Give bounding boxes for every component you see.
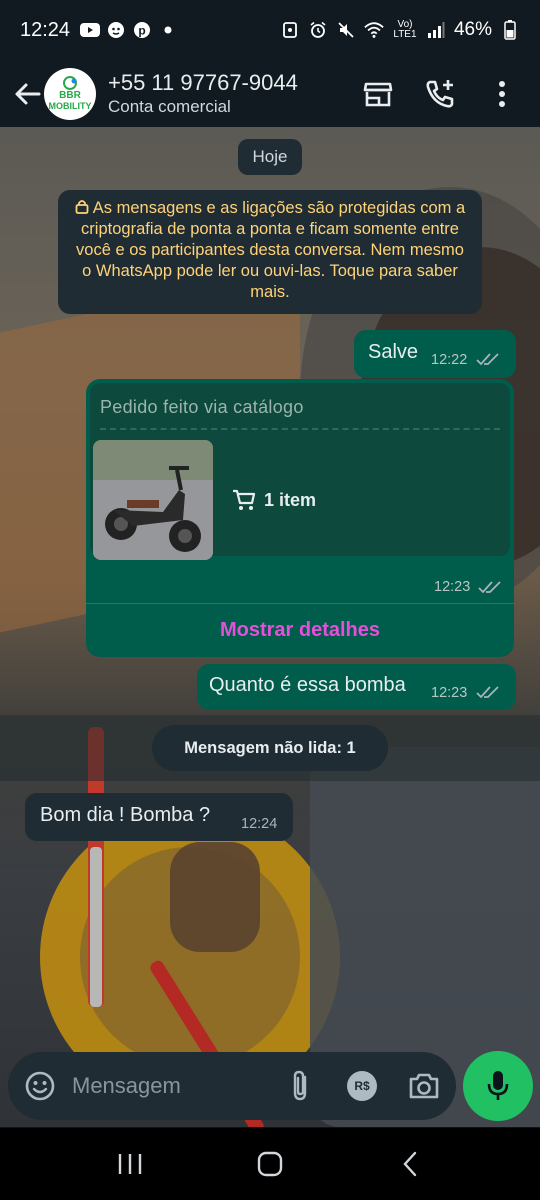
add-call-button[interactable] xyxy=(422,76,458,112)
read-receipt-icon xyxy=(478,581,501,594)
youtube-icon xyxy=(80,21,101,39)
catalog-button[interactable] xyxy=(360,76,396,112)
header-actions xyxy=(360,76,520,112)
status-notification-icons: p xyxy=(80,21,178,39)
attach-icon xyxy=(293,1070,307,1101)
alarm-icon xyxy=(308,21,328,39)
emoji-icon xyxy=(25,1071,55,1101)
order-summary[interactable]: Pedido feito via catálogo 1 item xyxy=(90,383,510,560)
emoji-button[interactable] xyxy=(20,1066,60,1106)
wifi-icon xyxy=(364,21,384,39)
mute-icon xyxy=(336,21,356,39)
message-bubble-outgoing[interactable]: Quanto é essa bomba 12:23 xyxy=(197,664,516,710)
read-receipt-icon xyxy=(476,686,499,699)
read-receipt-icon xyxy=(476,353,499,366)
order-divider-dashed xyxy=(100,428,500,430)
order-message[interactable]: Pedido feito via catálogo 1 item 12:23 M… xyxy=(86,379,514,657)
recent-apps-icon xyxy=(118,1154,142,1174)
system-back-button[interactable] xyxy=(380,1134,440,1194)
chat-area[interactable]: Hoje As mensagens e as ligações são prot… xyxy=(0,127,540,1047)
status-system-icons: Vo) LTE1 46% xyxy=(280,19,520,41)
message-time: 12:23 xyxy=(434,579,471,595)
more-options-button[interactable] xyxy=(484,76,520,112)
avatar-brand-top: BBR xyxy=(59,90,81,101)
back-icon xyxy=(403,1151,417,1177)
avatar-brand-bottom: MOBILITY xyxy=(48,101,92,111)
order-items-label: 1 item xyxy=(264,489,317,510)
message-bubble-outgoing[interactable]: Salve 12:22 xyxy=(354,330,516,378)
back-button[interactable] xyxy=(10,74,44,114)
status-time: 12:24 xyxy=(20,18,71,41)
unread-messages-chip: Mensagem não lida: 1 xyxy=(152,725,388,771)
contact-subtitle: Conta comercial xyxy=(108,96,231,116)
contact-info[interactable]: +55 11 97767-9044 Conta comercial xyxy=(108,70,360,118)
camera-icon xyxy=(409,1073,439,1099)
date-chip: Hoje xyxy=(238,139,302,175)
store-icon xyxy=(363,82,393,106)
message-time: 12:23 xyxy=(431,685,468,701)
svg-text:p: p xyxy=(138,24,145,38)
payment-button[interactable]: R$ xyxy=(342,1066,382,1106)
status-bar: 12:24 p Vo) LTE1 46% xyxy=(0,0,540,60)
show-details-button[interactable]: Mostrar detalhes xyxy=(86,604,514,656)
battery-icon xyxy=(500,20,520,40)
back-arrow-icon xyxy=(15,83,41,104)
recent-apps-button[interactable] xyxy=(100,1134,160,1194)
add-call-icon xyxy=(426,79,454,108)
cart-icon xyxy=(233,489,256,510)
contact-avatar[interactable]: BBR MOBILITY xyxy=(44,67,96,120)
message-text: Quanto é essa bomba xyxy=(209,674,406,696)
more-options-icon xyxy=(499,80,505,107)
product-thumbnail xyxy=(93,440,213,560)
signal-icon xyxy=(426,21,446,39)
encryption-notice[interactable]: As mensagens e as ligações são protegida… xyxy=(58,190,482,314)
chat-header: BBR MOBILITY +55 11 97767-9044 Conta com… xyxy=(0,60,540,127)
message-input[interactable] xyxy=(72,1073,258,1099)
message-text: Bom dia ! Bomba ? xyxy=(40,804,211,826)
contact-name: +55 11 97767-9044 xyxy=(108,69,298,95)
baby-monitor-icon xyxy=(106,21,126,39)
mic-icon xyxy=(487,1071,509,1100)
attach-button[interactable] xyxy=(280,1066,320,1106)
home-icon xyxy=(257,1151,283,1177)
system-navigation-bar xyxy=(0,1128,540,1200)
scooter-image xyxy=(93,440,213,560)
battery-percent: 46% xyxy=(453,19,492,40)
encryption-notice-text: As mensagens e as ligações são protegida… xyxy=(76,199,466,301)
message-composer: R$ xyxy=(8,1052,456,1120)
order-title: Pedido feito via catálogo xyxy=(100,397,304,417)
message-bubble-incoming[interactable]: Bom dia ! Bomba ? 12:24 xyxy=(25,793,293,841)
notification-dot-icon xyxy=(158,21,178,39)
payment-icon: R$ xyxy=(347,1071,377,1101)
cast-icon xyxy=(280,21,300,39)
order-item-count: 1 item xyxy=(232,489,316,511)
voice-message-button[interactable] xyxy=(463,1051,533,1121)
lock-icon xyxy=(75,200,89,214)
message-text: Salve xyxy=(368,341,419,363)
home-button[interactable] xyxy=(240,1134,300,1194)
pinterest-icon: p xyxy=(132,21,152,39)
network-label: Vo) LTE1 xyxy=(393,19,417,40)
message-time: 12:24 xyxy=(241,816,278,832)
camera-button[interactable] xyxy=(404,1066,444,1106)
avatar-logo-icon xyxy=(63,76,77,90)
message-time: 12:22 xyxy=(431,352,468,368)
